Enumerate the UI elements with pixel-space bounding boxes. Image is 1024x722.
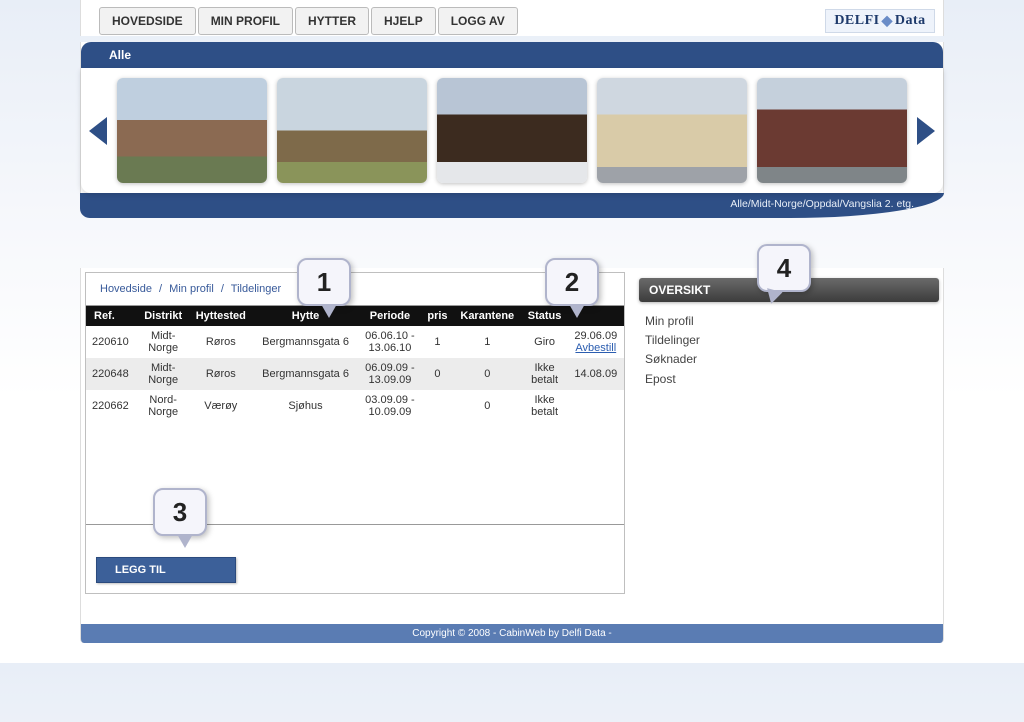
cell-status: Ikkebetalt (522, 358, 568, 390)
nav-min-profil[interactable]: MIN PROFIL (198, 7, 293, 35)
cell-periode: 03.09.09 -10.09.09 (358, 390, 422, 422)
cell-last: 14.08.09 (568, 358, 624, 390)
cell-hyttested: Røros (189, 326, 253, 358)
table-row[interactable]: 220610Midt-NorgeRørosBergmannsgata 606.0… (86, 326, 624, 358)
carousel-thumb[interactable] (757, 78, 907, 183)
cell-pris (422, 390, 453, 422)
th-hyttested[interactable]: Hyttested (189, 306, 253, 326)
cell-distrikt: Nord-Norge (138, 390, 189, 422)
location-path: Alle/Midt-Norge/Oppdal/Vangslia 2. etg. (80, 193, 944, 218)
cell-last[interactable]: 29.06.09Avbestill (568, 326, 624, 358)
nav-logg-av[interactable]: LOGG AV (438, 7, 518, 35)
cell-last (568, 390, 624, 422)
cell-karantene: 0 (453, 358, 521, 390)
oversikt-list: Min profilTildelingerSøknaderEpost (639, 302, 939, 399)
breadcrumb-sep: / (217, 283, 228, 295)
th-ref[interactable]: Ref. (86, 306, 138, 326)
cell-periode: 06.06.10 -13.06.10 (358, 326, 422, 358)
cell-ref: 220648 (86, 358, 138, 390)
oversikt-item[interactable]: Tildelinger (645, 331, 933, 350)
oversikt-item[interactable]: Søknader (645, 350, 933, 369)
oversikt-item[interactable]: Epost (645, 370, 933, 389)
carousel-thumb[interactable] (437, 78, 587, 183)
logo-text-1: DELFI (834, 13, 879, 29)
cell-distrikt: Midt-Norge (138, 326, 189, 358)
cell-hytte: Bergmannsgata 6 (253, 358, 358, 390)
th-pris[interactable]: pris (422, 306, 453, 326)
cell-ref: 220610 (86, 326, 138, 358)
cell-status: Giro (522, 326, 568, 358)
tildelinger-table: Ref. Distrikt Hyttested Hytte Periode pr… (86, 306, 624, 422)
nav-hovedside[interactable]: HOVEDSIDE (99, 7, 196, 35)
nav-hytter[interactable]: HYTTER (295, 7, 369, 35)
breadcrumb-min-profil[interactable]: Min profil (169, 283, 214, 295)
carousel-thumb[interactable] (117, 78, 267, 183)
th-status[interactable]: Status (522, 306, 568, 326)
breadcrumb-sep: / (155, 283, 166, 295)
oversikt-item[interactable]: Min profil (645, 312, 933, 331)
cell-distrikt: Midt-Norge (138, 358, 189, 390)
th-karantene[interactable]: Karantene (453, 306, 521, 326)
carousel-thumb[interactable] (597, 78, 747, 183)
table-row[interactable]: 220662Nord-NorgeVærøySjøhus03.09.09 -10.… (86, 390, 624, 422)
avbestill-link[interactable]: Avbestill (575, 342, 616, 354)
th-hytte[interactable]: Hytte (253, 306, 358, 326)
tab-alle[interactable]: Alle (81, 42, 943, 68)
tildelinger-panel: Hovedside / Min profil / Tildelinger Ref… (85, 272, 625, 594)
breadcrumb-tildelinger: Tildelinger (231, 283, 281, 295)
cell-karantene: 1 (453, 326, 521, 358)
callout-3: 3 (153, 488, 207, 536)
cell-ref: 220662 (86, 390, 138, 422)
cell-pris: 0 (422, 358, 453, 390)
cell-hytte: Bergmannsgata 6 (253, 326, 358, 358)
cell-status: Ikkebetalt (522, 390, 568, 422)
th-distrikt[interactable]: Distrikt (138, 306, 189, 326)
cell-hyttested: Værøy (189, 390, 253, 422)
cell-pris: 1 (422, 326, 453, 358)
th-periode[interactable]: Periode (358, 306, 422, 326)
legg-til-button[interactable]: LEGG TIL (96, 557, 236, 583)
callout-2: 2 (545, 258, 599, 306)
carousel-next-icon[interactable] (917, 117, 935, 145)
breadcrumb: Hovedside / Min profil / Tildelinger (86, 283, 624, 305)
callout-1: 1 (297, 258, 351, 306)
footer: Copyright © 2008 - CabinWeb by Delfi Dat… (80, 624, 944, 643)
logo-dot: ◆ (880, 13, 895, 30)
cell-periode: 06.09.09 -13.09.09 (358, 358, 422, 390)
table-row[interactable]: 220648Midt-NorgeRørosBergmannsgata 606.0… (86, 358, 624, 390)
nav-hjelp[interactable]: HJELP (371, 7, 436, 35)
cell-hyttested: Røros (189, 358, 253, 390)
carousel-prev-icon[interactable] (89, 117, 107, 145)
cell-karantene: 0 (453, 390, 521, 422)
cell-hytte: Sjøhus (253, 390, 358, 422)
logo-text-2: Data (895, 13, 926, 29)
main-nav: HOVEDSIDE MIN PROFIL HYTTER HJELP LOGG A… (99, 7, 520, 35)
logo: DELFI◆Data (825, 9, 935, 33)
breadcrumb-hovedside[interactable]: Hovedside (100, 283, 152, 295)
callout-4: 4 (757, 244, 811, 292)
carousel-thumb[interactable] (277, 78, 427, 183)
